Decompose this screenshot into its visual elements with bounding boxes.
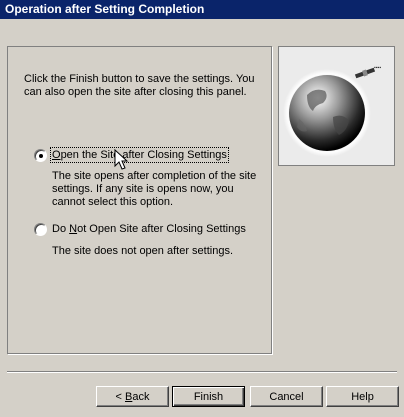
label-access-key: N <box>69 223 78 235</box>
open-site-radio[interactable] <box>34 149 47 162</box>
open-site-description: The site opens after completion of the s… <box>52 170 257 208</box>
intro-text: Click the Finish button to save the sett… <box>24 73 255 98</box>
button-divider <box>7 371 397 373</box>
open-site-option-label[interactable]: Open the Site after Closing Settings <box>50 147 229 163</box>
back-label-suffix: ack <box>132 391 150 403</box>
cancel-button[interactable]: Cancel <box>250 386 323 407</box>
globe-satellite-illustration: ▪▪▪▪ <box>278 46 395 166</box>
do-not-open-site-radio[interactable] <box>34 223 47 236</box>
radio-selected-dot <box>39 154 43 158</box>
title-bar[interactable]: Operation after Setting Completion <box>0 0 404 19</box>
window-title: Operation after Setting Completion <box>5 2 205 16</box>
help-button[interactable]: Help <box>326 386 399 407</box>
svg-text:▪▪▪▪: ▪▪▪▪ <box>374 65 381 71</box>
do-not-open-site-option-label[interactable]: Do Not Open Site after Closing Settings <box>52 223 246 235</box>
back-button[interactable]: < Back <box>96 386 169 407</box>
label-prefix: Do <box>52 223 70 235</box>
do-not-open-site-description: The site does not open after settings. <box>52 245 234 257</box>
mouse-pointer-icon <box>114 149 129 170</box>
label-suffix: ot Open Site after Closing Settings <box>77 223 246 235</box>
back-label-prefix: < <box>115 391 125 403</box>
label-access-key: O <box>52 149 61 161</box>
label-suffix: pen the Site after Closing Settings <box>60 149 227 161</box>
finish-button[interactable]: Finish <box>172 386 245 407</box>
